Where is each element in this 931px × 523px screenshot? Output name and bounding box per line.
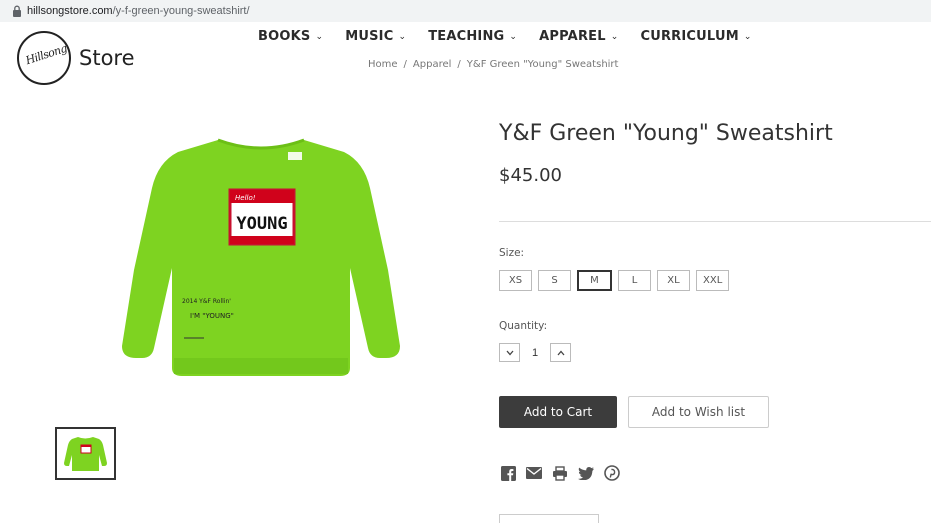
- nav-item-teaching[interactable]: TEACHING ⌄: [428, 29, 517, 44]
- breadcrumb-home[interactable]: Home: [368, 59, 398, 70]
- url-host: hillsongstore.com: [27, 5, 113, 17]
- add-to-wishlist-button[interactable]: Add to Wish list: [628, 396, 769, 428]
- breadcrumb-separator: /: [403, 59, 407, 70]
- size-label: Size:: [499, 247, 525, 259]
- nav-item-curriculum[interactable]: CURRICULUM ⌄: [640, 29, 751, 44]
- logo-store-label: Store: [79, 46, 135, 70]
- logo-emblem: Hillsong: [17, 31, 71, 85]
- pinterest-icon[interactable]: [603, 464, 621, 482]
- chevron-up-icon: [557, 350, 564, 355]
- sleeve-print-line-2: I'M "YOUNG": [190, 312, 234, 320]
- bottom-partial-element: [499, 514, 599, 523]
- sweatshirt-shape: [122, 140, 400, 376]
- nav-item-label: CURRICULUM: [640, 29, 739, 44]
- url-text: hillsongstore.com/y-f-green-young-sweats…: [27, 4, 250, 18]
- chevron-down-icon: ⌄: [610, 31, 619, 42]
- size-option-l[interactable]: L: [618, 270, 651, 291]
- share-icons: [499, 464, 629, 482]
- breadcrumb: Home / Apparel / Y&F Green "Young" Sweatshir…: [368, 59, 618, 70]
- quantity-decrease-button[interactable]: [499, 343, 520, 362]
- nav-item-label: TEACHING: [428, 29, 505, 44]
- address-bar[interactable]: hillsongstore.com/y-f-green-young-sweats…: [0, 0, 931, 22]
- chevron-down-icon: [506, 350, 513, 355]
- quantity-label: Quantity:: [499, 320, 548, 332]
- product-title: Y&F Green "Young" Sweatshirt: [499, 121, 833, 146]
- divider: [499, 221, 931, 222]
- chevron-down-icon: ⌄: [315, 31, 324, 42]
- chevron-down-icon: ⌄: [398, 31, 407, 42]
- breadcrumb-separator: /: [457, 59, 461, 70]
- product-thumbnail[interactable]: [55, 427, 116, 480]
- print-icon[interactable]: [551, 464, 569, 482]
- size-option-xl[interactable]: XL: [657, 270, 690, 291]
- twitter-icon[interactable]: [577, 464, 595, 482]
- main-nav: BOOKS ⌄ MUSIC ⌄ TEACHING ⌄ APPAREL ⌄ CURRICU…: [258, 29, 774, 44]
- quantity-value[interactable]: 1: [520, 347, 550, 359]
- size-selector: XS S M L XL XXL: [499, 270, 735, 291]
- product-price: $45.00: [499, 165, 562, 186]
- breadcrumb-apparel[interactable]: Apparel: [413, 59, 452, 70]
- facebook-icon[interactable]: [499, 464, 517, 482]
- chevron-down-icon: ⌄: [743, 31, 752, 42]
- chevron-down-icon: ⌄: [509, 31, 518, 42]
- nav-item-books[interactable]: BOOKS ⌄: [258, 29, 323, 44]
- quantity-stepper: 1: [499, 343, 571, 362]
- sleeve-print-line-1: 2014 Y&F Rollin': [182, 298, 231, 305]
- product-image[interactable]: Hello! YOUNG 2014 Y&F Rollin' I'M "YOUNG…: [118, 118, 404, 386]
- add-to-cart-button[interactable]: Add to Cart: [499, 396, 617, 428]
- url-path: /y-f-green-young-sweatshirt/: [112, 5, 250, 17]
- name-tag-word: YOUNG: [236, 214, 287, 234]
- thumbnail-image: [64, 437, 107, 471]
- nav-item-apparel[interactable]: APPAREL ⌄: [539, 29, 618, 44]
- logo-script-text: Hillsong: [24, 41, 69, 68]
- size-option-m[interactable]: M: [577, 270, 612, 291]
- nav-item-label: MUSIC: [345, 29, 394, 44]
- store-logo[interactable]: Hillsong Store: [17, 31, 135, 85]
- email-icon[interactable]: [525, 464, 543, 482]
- size-option-xxl[interactable]: XXL: [696, 270, 730, 291]
- breadcrumb-current: Y&F Green "Young" Sweatshirt: [466, 59, 619, 70]
- size-option-xs[interactable]: XS: [499, 270, 532, 291]
- nav-item-label: BOOKS: [258, 29, 311, 44]
- nav-item-label: APPAREL: [539, 29, 606, 44]
- size-option-s[interactable]: S: [538, 270, 571, 291]
- name-tag-hello: Hello!: [235, 194, 256, 202]
- lock-icon: [13, 5, 21, 17]
- quantity-increase-button[interactable]: [550, 343, 571, 362]
- nav-item-music[interactable]: MUSIC ⌄: [345, 29, 406, 44]
